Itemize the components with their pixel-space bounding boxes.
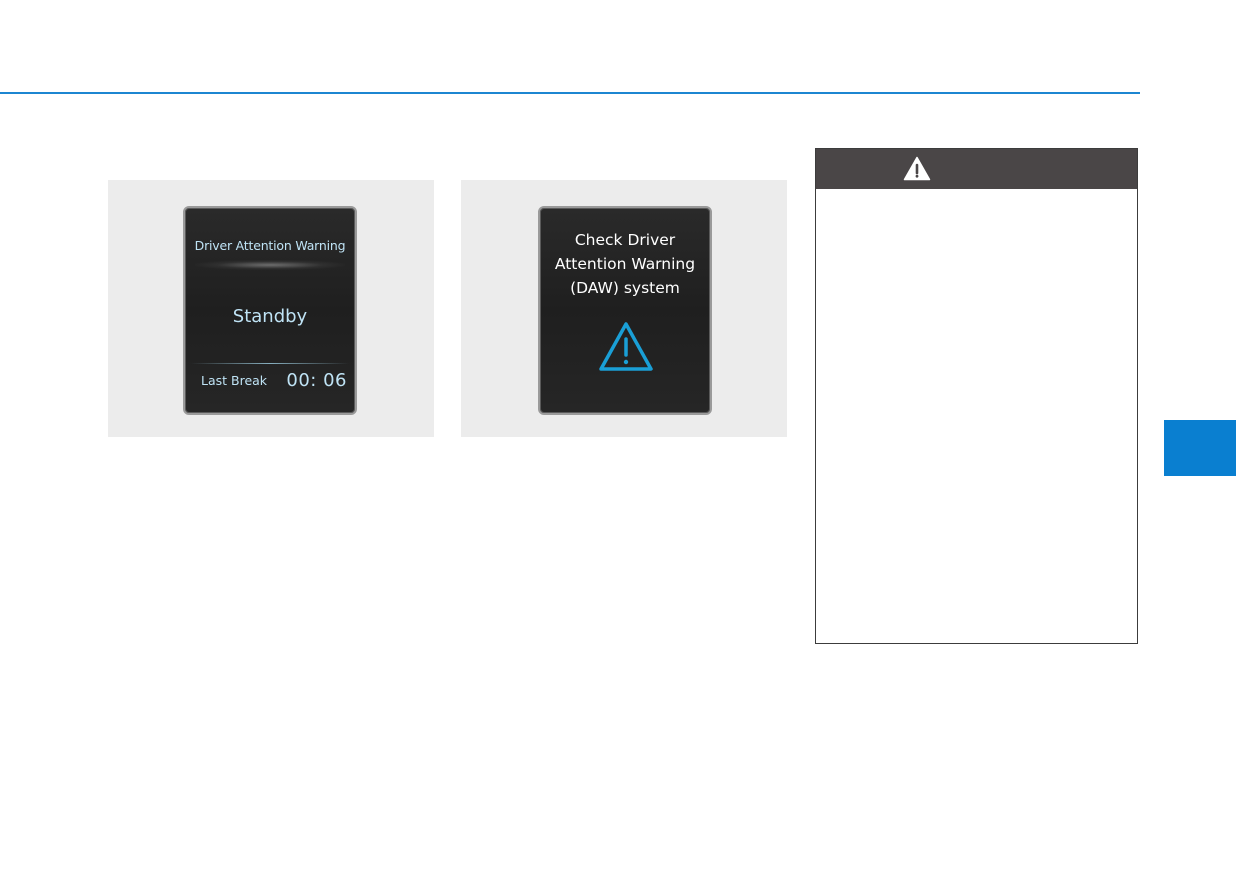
warning-header <box>816 149 1137 189</box>
cluster-display-check: Check Driver Attention Warning (DAW) sys… <box>538 206 712 415</box>
display-message-line2: Attention Warning <box>554 255 696 273</box>
warning-box <box>815 148 1138 644</box>
display-glow <box>195 260 345 270</box>
display-status: Standby <box>232 306 308 327</box>
figure-check-system: Check Driver Attention Warning (DAW) sys… <box>461 180 787 437</box>
cluster-display-standby: Driver Attention Warning Standby Last Br… <box>183 206 357 415</box>
display-message-line1: Check Driver <box>574 231 676 249</box>
header-rule <box>0 92 1140 94</box>
warning-triangle-icon <box>903 156 931 181</box>
warning-triangle-icon <box>599 322 653 371</box>
chapter-tab <box>1164 420 1236 476</box>
display-message: Check Driver Attention Warning (DAW) sys… <box>540 228 710 300</box>
figure-standby: Driver Attention Warning Standby Last Br… <box>108 180 434 437</box>
last-break-time: 00: 06 <box>286 370 347 391</box>
last-break-label: Last Break <box>201 373 268 388</box>
display-message-line3: (DAW) system <box>570 279 680 297</box>
display-divider <box>191 363 349 364</box>
display-title: Driver Attention Warning <box>194 238 346 253</box>
